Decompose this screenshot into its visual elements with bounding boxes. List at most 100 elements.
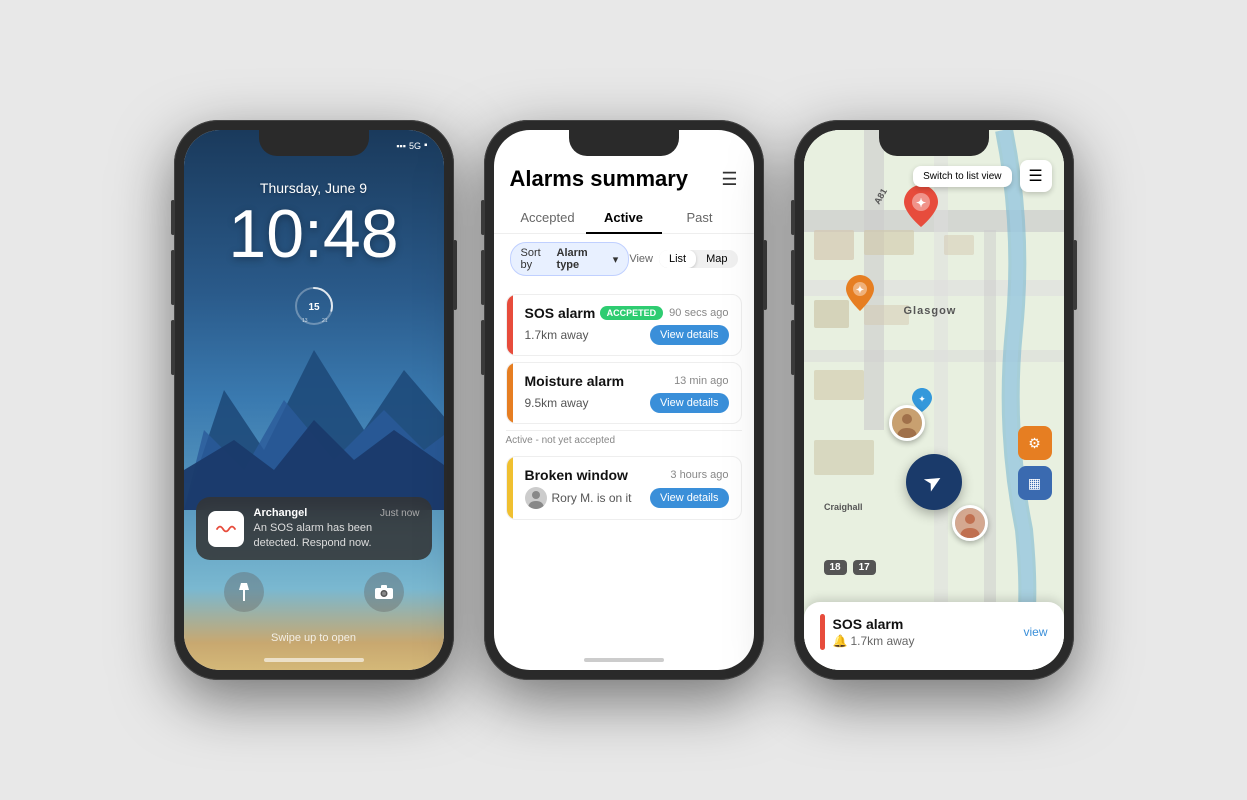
- volume-up-button[interactable]: [171, 250, 175, 305]
- glasgow-label: Glasgow: [904, 305, 957, 317]
- sos-alarm-name: SOS alarm: [525, 305, 596, 321]
- notification-app-name: Archangel: [254, 507, 308, 519]
- camera-icon[interactable]: [364, 572, 404, 612]
- map-bottom-right-icons: ⚙ ▦: [1018, 426, 1052, 500]
- 5g-label: 5G: [409, 141, 421, 151]
- map-screen: A81 Craighall Switch to list view ☰: [804, 130, 1064, 670]
- moisture-alarm-time: 13 min ago: [674, 375, 728, 387]
- accepted-badge: ACCPETED: [600, 306, 664, 320]
- lock-date: Thursday, June 9: [260, 180, 367, 196]
- map-bottom-alarm-card: SOS alarm 🔔 1.7km away view: [804, 602, 1064, 670]
- swipe-hint: Swipe up to open: [184, 632, 444, 654]
- active-not-accepted-divider: Active - not yet accepted: [506, 430, 742, 450]
- lock-screen-bottom: Archangel Just now An SOS alarm has been…: [184, 497, 444, 670]
- lock-time: 10:48: [228, 200, 398, 268]
- map-alarm-name: SOS alarm: [833, 616, 915, 632]
- broken-window-alarm-body: Broken window 3 hours ago Rory M. is on …: [513, 457, 741, 519]
- navigation-button[interactable]: ➤: [906, 454, 962, 510]
- mountain-illustration: [184, 310, 444, 510]
- navigation-arrow-icon: ➤: [919, 466, 948, 498]
- sos-alarm-time: 90 secs ago: [669, 307, 728, 319]
- alarms-title: Alarms summary: [510, 166, 689, 192]
- home-indicator: [264, 658, 364, 662]
- power-button-3[interactable]: [1073, 240, 1077, 310]
- lock-screen-actions: [184, 572, 444, 632]
- map-alarm-info: SOS alarm 🔔 1.7km away: [820, 614, 915, 650]
- mute-button-3[interactable]: [791, 200, 795, 235]
- alarm-card-broken-window: Broken window 3 hours ago Rory M. is on …: [506, 456, 742, 520]
- alarms-list: SOS alarm ACCPETED 90 secs ago 1.7km awa…: [494, 284, 754, 652]
- notch-3: [879, 130, 989, 156]
- flashlight-icon[interactable]: [224, 572, 264, 612]
- broken-window-assigned: Rory M. is on it: [525, 487, 632, 509]
- sort-value: Alarm type: [557, 247, 609, 271]
- tabs-row: Accepted Active Past: [494, 202, 754, 234]
- map-alarm-details: SOS alarm 🔔 1.7km away: [833, 616, 915, 648]
- switch-to-list-view-button[interactable]: Switch to list view: [913, 166, 1011, 187]
- assignee-name: Rory M. is on it: [552, 491, 632, 505]
- broken-window-alarm-name: Broken window: [525, 467, 628, 483]
- tab-past[interactable]: Past: [662, 202, 738, 233]
- app-icon: [208, 511, 244, 547]
- volume-up-button-3[interactable]: [791, 250, 795, 305]
- power-button[interactable]: [453, 240, 457, 310]
- alarm-card-sos: SOS alarm ACCPETED 90 secs ago 1.7km awa…: [506, 294, 742, 356]
- map-alarm-red-stripe: [820, 614, 825, 650]
- map-card-content: SOS alarm 🔔 1.7km away view: [820, 614, 1048, 650]
- broken-window-view-details-button[interactable]: View details: [650, 488, 729, 508]
- svg-text:Craighall: Craighall: [824, 502, 863, 512]
- view-list-option[interactable]: List: [659, 250, 696, 268]
- power-button-2[interactable]: [763, 240, 767, 310]
- alarms-screen: Alarms summary ☰ Accepted Active Past So…: [494, 130, 754, 670]
- notification-content: Archangel Just now An SOS alarm has been…: [254, 507, 420, 550]
- notch: [259, 130, 369, 156]
- notification-card[interactable]: Archangel Just now An SOS alarm has been…: [196, 497, 432, 560]
- svg-text:✦: ✦: [918, 394, 926, 404]
- volume-down-button-2[interactable]: [481, 320, 485, 375]
- moisture-alarm-distance: 9.5km away: [525, 396, 589, 410]
- view-toggle: View List Map: [629, 250, 737, 268]
- sos-view-details-button[interactable]: View details: [650, 325, 729, 345]
- tab-accepted[interactable]: Accepted: [510, 202, 586, 233]
- road-number-18: 18: [824, 560, 847, 575]
- svg-text:✦: ✦: [855, 285, 863, 296]
- tab-active[interactable]: Active: [586, 202, 662, 233]
- notification-text: An SOS alarm has been detected. Respond …: [254, 521, 420, 550]
- phone-1: ▪▪▪ 5G ▪ Thursday, June 9 10:48 15 13 21: [174, 120, 454, 680]
- phone-3: A81 Craighall Switch to list view ☰: [794, 120, 1074, 680]
- mute-button-2[interactable]: [481, 200, 485, 235]
- settings-alarm-icon[interactable]: ⚙: [1018, 426, 1052, 460]
- home-indicator-2: [584, 658, 664, 662]
- grid-view-icon[interactable]: ▦: [1018, 466, 1052, 500]
- moisture-alarm-name: Moisture alarm: [525, 373, 625, 389]
- hamburger-lines: ☰: [1028, 166, 1042, 186]
- chevron-down-icon: ▾: [613, 253, 619, 266]
- moisture-alarm-pin-orange[interactable]: ✦: [846, 275, 874, 316]
- volume-down-button[interactable]: [171, 320, 175, 375]
- lock-screen: ▪▪▪ 5G ▪ Thursday, June 9 10:48 15 13 21: [184, 130, 444, 670]
- map-hamburger-icon[interactable]: ☰: [1020, 160, 1052, 192]
- map-view-link[interactable]: view: [1023, 625, 1047, 639]
- sos-alarm-distance: 1.7km away: [525, 328, 589, 342]
- view-map-option[interactable]: Map: [696, 250, 737, 268]
- person-avatar-2: [952, 505, 988, 541]
- view-options: List Map: [659, 250, 738, 268]
- map-alarm-distance: 🔔 1.7km away: [833, 634, 915, 648]
- broken-window-alarm-time: 3 hours ago: [670, 469, 728, 481]
- hamburger-menu-icon[interactable]: ☰: [721, 169, 737, 190]
- mute-button[interactable]: [171, 200, 175, 235]
- moisture-view-details-button[interactable]: View details: [650, 393, 729, 413]
- moisture-alarm-body: Moisture alarm 13 min ago 9.5km away Vie…: [513, 363, 741, 423]
- sort-button[interactable]: Sort by Alarm type ▾: [510, 242, 630, 276]
- sos-alarm-pin-red[interactable]: ✦: [904, 185, 938, 232]
- view-label: View: [629, 253, 653, 265]
- notification-time: Just now: [380, 508, 419, 519]
- volume-down-button-3[interactable]: [791, 320, 795, 375]
- svg-text:✦: ✦: [915, 196, 925, 210]
- alarm-bell-icon: 🔔: [833, 634, 848, 648]
- signal-icon: ▪▪▪: [396, 141, 406, 151]
- filter-row: Sort by Alarm type ▾ View List Map: [494, 234, 754, 284]
- orange-pin-icon: ✦: [846, 275, 874, 311]
- volume-up-button-2[interactable]: [481, 250, 485, 305]
- person-avatar-1: [889, 405, 925, 441]
